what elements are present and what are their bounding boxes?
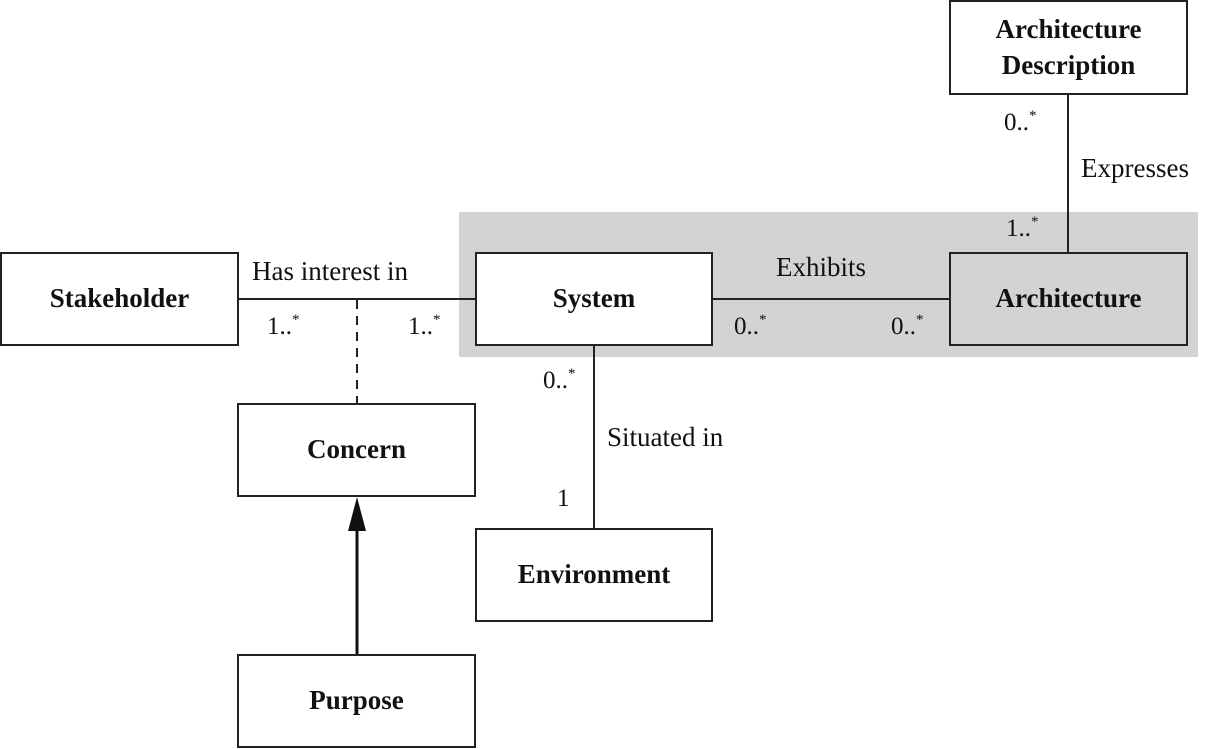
mult-value: 1.. <box>1006 215 1031 242</box>
class-environment: Environment <box>475 528 713 622</box>
class-architecture: Architecture <box>949 252 1188 346</box>
mult-value: 0.. <box>891 313 916 340</box>
has-interest-in-label: Has interest in <box>252 256 408 286</box>
environment-multiplicity: 1 <box>557 485 570 513</box>
class-concern: Concern <box>237 403 476 497</box>
mult-star: * <box>292 312 300 328</box>
class-environment-label: Environment <box>517 559 671 590</box>
architecture-expresses-multiplicity: 1..* <box>1006 214 1039 243</box>
exhibits-label: Exhibits <box>776 252 867 282</box>
class-concern-label: Concern <box>307 434 406 465</box>
mult-star: * <box>568 366 576 382</box>
class-system: System <box>475 252 713 346</box>
mult-star: * <box>759 312 767 328</box>
mult-star: * <box>1029 108 1037 124</box>
mult-star: * <box>433 312 441 328</box>
mult-value: 1 <box>557 485 570 512</box>
class-architecture-description: Architecture Description <box>949 0 1188 95</box>
generalization-arrowhead <box>348 497 366 531</box>
system-interest-multiplicity: 1..* <box>408 312 441 341</box>
class-purpose-label: Purpose <box>309 685 404 716</box>
class-purpose: Purpose <box>237 654 476 748</box>
mult-value: 0.. <box>1004 109 1029 136</box>
mult-value: 0.. <box>734 313 759 340</box>
class-stakeholder-label: Stakeholder <box>49 283 190 314</box>
class-system-label: System <box>552 283 636 314</box>
mult-value: 0.. <box>543 367 568 394</box>
class-stakeholder: Stakeholder <box>0 252 239 346</box>
mult-star: * <box>916 312 924 328</box>
architecture-exhibits-multiplicity: 0..* <box>891 312 924 341</box>
stakeholder-multiplicity: 1..* <box>267 312 300 341</box>
expresses-label: Expresses <box>1081 153 1189 183</box>
situated-in-label: Situated in <box>607 422 724 452</box>
mult-value: 1.. <box>408 313 433 340</box>
system-exhibits-multiplicity: 0..* <box>734 312 767 341</box>
system-situated-multiplicity: 0..* <box>543 366 576 395</box>
class-architecture-description-label: Architecture Description <box>995 14 1142 80</box>
mult-value: 1.. <box>267 313 292 340</box>
arch-description-multiplicity: 0..* <box>1004 108 1037 137</box>
mult-star: * <box>1031 214 1039 230</box>
class-architecture-label: Architecture <box>995 283 1142 314</box>
